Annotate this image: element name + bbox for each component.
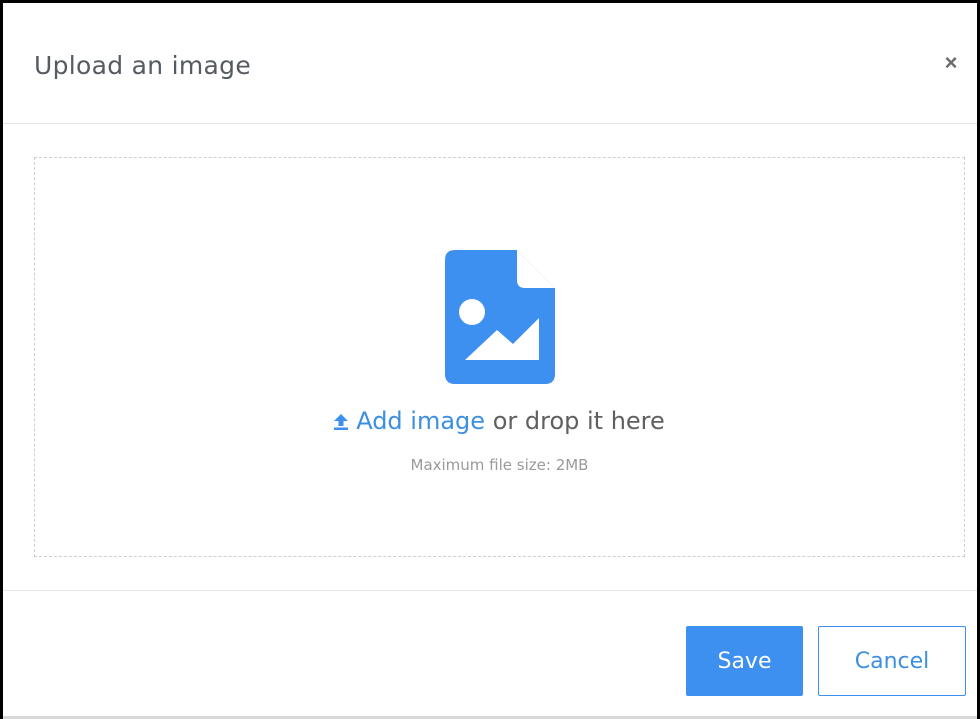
file-image-icon — [445, 250, 555, 384]
cancel-button[interactable]: Cancel — [818, 626, 966, 696]
drop-hint: or drop it here — [485, 407, 665, 435]
close-icon: × — [944, 50, 958, 75]
save-button[interactable]: Save — [686, 626, 803, 696]
upload-instructions: Add image or drop it here — [35, 407, 964, 435]
add-image-link[interactable]: Add image — [334, 407, 485, 435]
add-image-label: Add image — [356, 407, 486, 435]
close-button[interactable]: × — [939, 51, 963, 75]
dialog-footer: Save Cancel — [3, 590, 977, 719]
image-dropzone[interactable]: Add image or drop it here Maximum file s… — [34, 157, 965, 557]
upload-image-dialog: Upload an image × Add image or drop it h… — [0, 0, 980, 719]
upload-arrow-icon — [334, 414, 349, 430]
dialog-title: Upload an image — [34, 51, 252, 80]
dialog-header: Upload an image × — [3, 3, 977, 124]
max-file-size-note: Maximum file size: 2MB — [410, 456, 589, 474]
